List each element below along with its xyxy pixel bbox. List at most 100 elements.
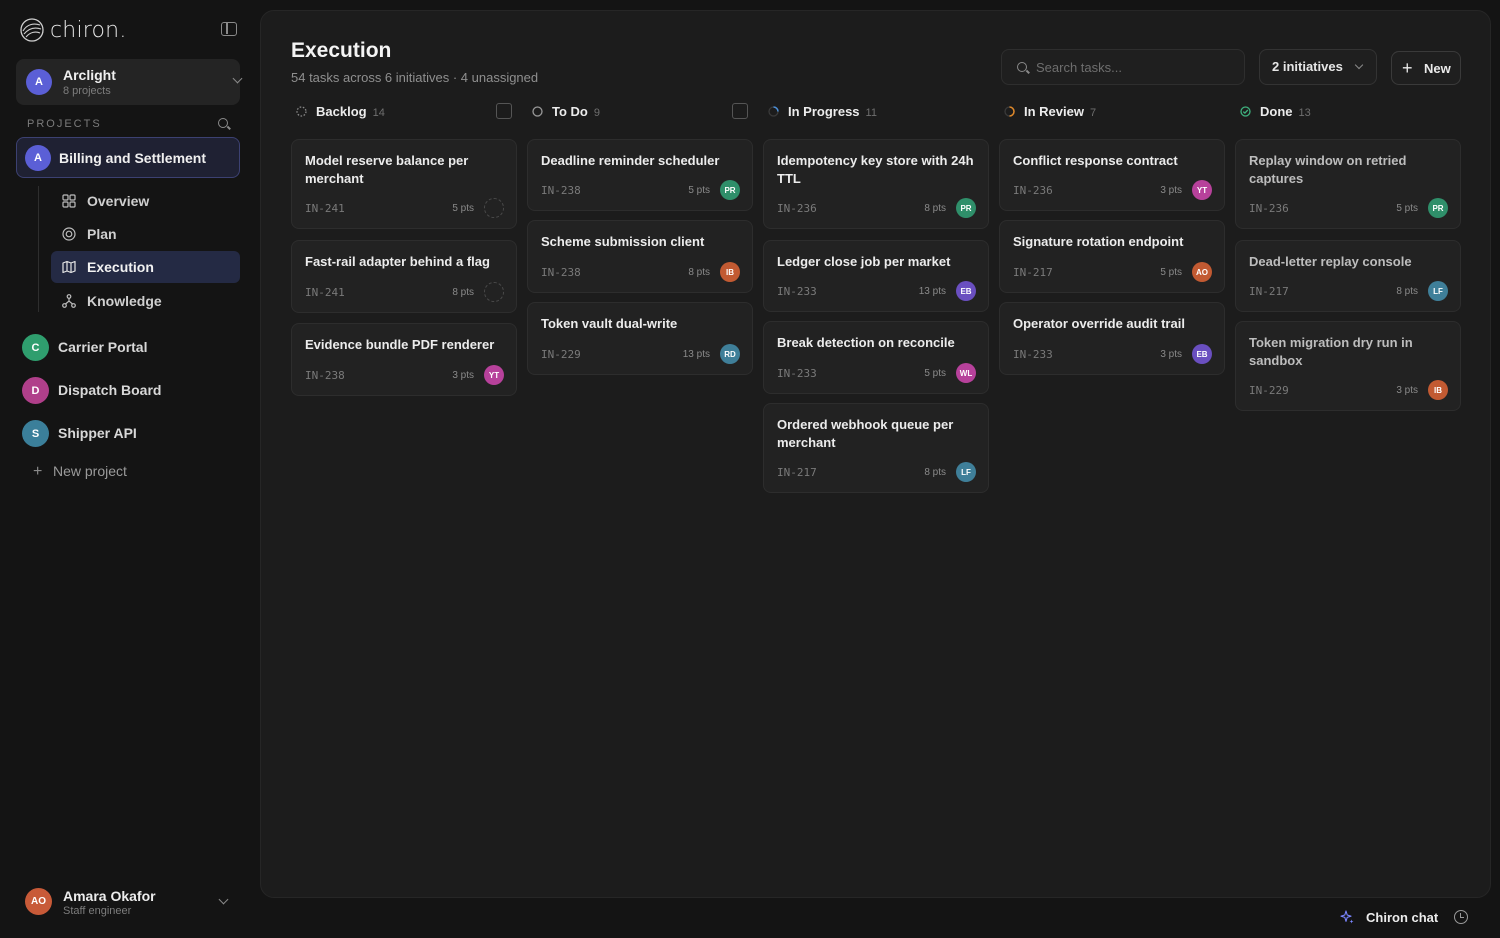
task-card[interactable]: Model reserve balance per merchant IN-24… xyxy=(291,139,517,229)
task-title: Model reserve balance per merchant xyxy=(305,153,469,186)
assignee-avatar[interactable]: YT xyxy=(484,365,504,385)
assignee-avatar[interactable]: LF xyxy=(1428,281,1448,301)
plus-icon: + xyxy=(1402,58,1413,78)
task-id: IN-229 xyxy=(541,348,581,361)
task-points: 8 pts xyxy=(452,287,474,298)
task-card[interactable]: Ledger close job per market IN-233 13 pt… xyxy=(763,240,989,312)
page-title: Execution xyxy=(291,39,392,62)
task-id: IN-233 xyxy=(777,285,817,298)
task-points: 5 pts xyxy=(924,368,946,379)
task-card[interactable]: Conflict response contract IN-236 3 pts … xyxy=(999,139,1225,211)
task-card[interactable]: Break detection on reconcile IN-233 5 pt… xyxy=(763,321,989,394)
assignee-avatar[interactable]: EB xyxy=(956,281,976,301)
todo-status-icon xyxy=(532,106,543,117)
assignee-avatar[interactable]: PR xyxy=(720,180,740,200)
task-card[interactable]: Idempotency key store with 24h TTL IN-23… xyxy=(763,139,989,229)
project-search-icon[interactable] xyxy=(218,118,228,128)
assignee-avatar[interactable]: EB xyxy=(1192,344,1212,364)
task-search xyxy=(1001,49,1245,85)
project-label: Carrier Portal xyxy=(58,339,148,355)
search-input[interactable] xyxy=(1036,50,1236,84)
new-task-button[interactable]: + New xyxy=(1391,51,1461,85)
task-card[interactable]: Ordered webhook queue per merchant IN-21… xyxy=(763,403,989,493)
subnav-knowledge[interactable]: Knowledge xyxy=(51,285,240,317)
column-select-checkbox[interactable] xyxy=(496,103,512,119)
task-card[interactable]: Evidence bundle PDF renderer IN-238 3 pt… xyxy=(291,323,517,396)
column-in-review: In Review 7 Conflict response contract IN… xyxy=(999,101,1225,375)
logo[interactable]: chiron. xyxy=(18,16,127,44)
task-id: IN-233 xyxy=(1013,348,1053,361)
task-title: Deadline reminder scheduler xyxy=(541,153,720,168)
task-points: 3 pts xyxy=(452,370,474,381)
history-clock-icon[interactable] xyxy=(1454,910,1468,924)
in-progress-status-icon xyxy=(768,106,779,117)
target-icon xyxy=(62,227,76,241)
task-title: Fast-rail adapter behind a flag xyxy=(305,254,490,269)
column-count: 7 xyxy=(1089,107,1097,119)
workspace-subtitle: 8 projects xyxy=(63,85,111,97)
task-points: 5 pts xyxy=(452,203,474,214)
workspace-switcher[interactable]: A Arclight 8 projects xyxy=(16,59,243,105)
assignee-avatar[interactable]: AO xyxy=(1192,262,1212,282)
execution-board: Execution 54 tasks across 6 initiatives … xyxy=(260,10,1491,898)
task-card[interactable]: Token vault dual-write IN-229 13 pts RD xyxy=(527,302,753,375)
subnav-guide-line xyxy=(38,186,39,312)
workspace-avatar: A xyxy=(26,69,52,95)
task-id: IN-238 xyxy=(305,369,345,382)
subnav-overview[interactable]: Overview xyxy=(51,185,240,217)
task-title: Ordered webhook queue per merchant xyxy=(777,417,954,450)
task-id: IN-238 xyxy=(541,184,581,197)
task-card[interactable]: Dead-letter replay console IN-217 8 pts … xyxy=(1235,240,1461,312)
task-id: IN-217 xyxy=(1013,266,1053,279)
network-icon xyxy=(62,294,76,308)
task-title: Conflict response contract xyxy=(1013,153,1178,168)
user-menu[interactable]: AO Amara Okafor Staff engineer xyxy=(25,886,240,918)
task-card[interactable]: Operator override audit trail IN-233 3 p… xyxy=(999,302,1225,375)
projects-section-label: PROJECTS xyxy=(27,118,102,130)
unassigned-avatar[interactable] xyxy=(484,198,504,218)
chevron-down-icon xyxy=(1354,60,1364,70)
assignee-avatar[interactable]: LF xyxy=(956,462,976,482)
task-card[interactable]: Token migration dry run in sandbox IN-22… xyxy=(1235,321,1461,411)
project-avatar: C xyxy=(22,334,49,361)
task-title: Replay window on retried captures xyxy=(1249,153,1407,186)
task-title: Ledger close job per market xyxy=(777,254,951,269)
assignee-avatar[interactable]: WL xyxy=(956,363,976,383)
subnav-execution[interactable]: Execution xyxy=(51,251,240,283)
unassigned-avatar[interactable] xyxy=(484,282,504,302)
assignee-avatar[interactable]: IB xyxy=(720,262,740,282)
column-header: To Do 9 xyxy=(527,101,753,123)
task-id: IN-233 xyxy=(777,367,817,380)
assignee-avatar[interactable]: PR xyxy=(1428,198,1448,218)
assignee-avatar[interactable]: PR xyxy=(956,198,976,218)
project-label: Billing and Settlement xyxy=(59,150,207,166)
task-points: 3 pts xyxy=(1160,185,1182,196)
column-count: 11 xyxy=(865,107,877,119)
map-icon xyxy=(62,260,76,274)
column-title: In Review 7 xyxy=(1024,104,1097,119)
column-in-progress: In Progress 11 Idempotency key store with… xyxy=(763,101,989,493)
assignee-avatar[interactable]: IB xyxy=(1428,380,1448,400)
initiatives-filter-button[interactable]: 2 initiatives xyxy=(1259,49,1377,85)
chevron-down-icon xyxy=(218,894,229,905)
project-avatar: A xyxy=(25,145,51,171)
task-card[interactable]: Scheme submission client IN-238 8 pts IB xyxy=(527,220,753,293)
task-card[interactable]: Deadline reminder scheduler IN-238 5 pts… xyxy=(527,139,753,211)
task-points: 8 pts xyxy=(924,203,946,214)
task-card[interactable]: Fast-rail adapter behind a flag IN-241 8… xyxy=(291,240,517,313)
user-avatar: AO xyxy=(25,888,52,915)
subnav-plan[interactable]: Plan xyxy=(51,218,240,250)
task-card[interactable]: Replay window on retried captures IN-236… xyxy=(1235,139,1461,229)
task-title: Operator override audit trail xyxy=(1013,316,1185,331)
task-id: IN-236 xyxy=(1249,202,1289,215)
column-count: 9 xyxy=(593,107,600,119)
assignee-avatar[interactable]: YT xyxy=(1192,180,1212,200)
sidebar-item-billing-and-settlement[interactable]: A Billing and Settlement xyxy=(16,137,240,178)
task-card[interactable]: Signature rotation endpoint IN-217 5 pts… xyxy=(999,220,1225,293)
assignee-avatar[interactable]: RD xyxy=(720,344,740,364)
sidebar-toggle-icon[interactable] xyxy=(221,22,237,36)
task-id: IN-236 xyxy=(1013,184,1053,197)
column-select-checkbox[interactable] xyxy=(732,103,748,119)
project-avatar: D xyxy=(22,377,49,404)
new-project-button[interactable]: + New project xyxy=(33,463,127,481)
